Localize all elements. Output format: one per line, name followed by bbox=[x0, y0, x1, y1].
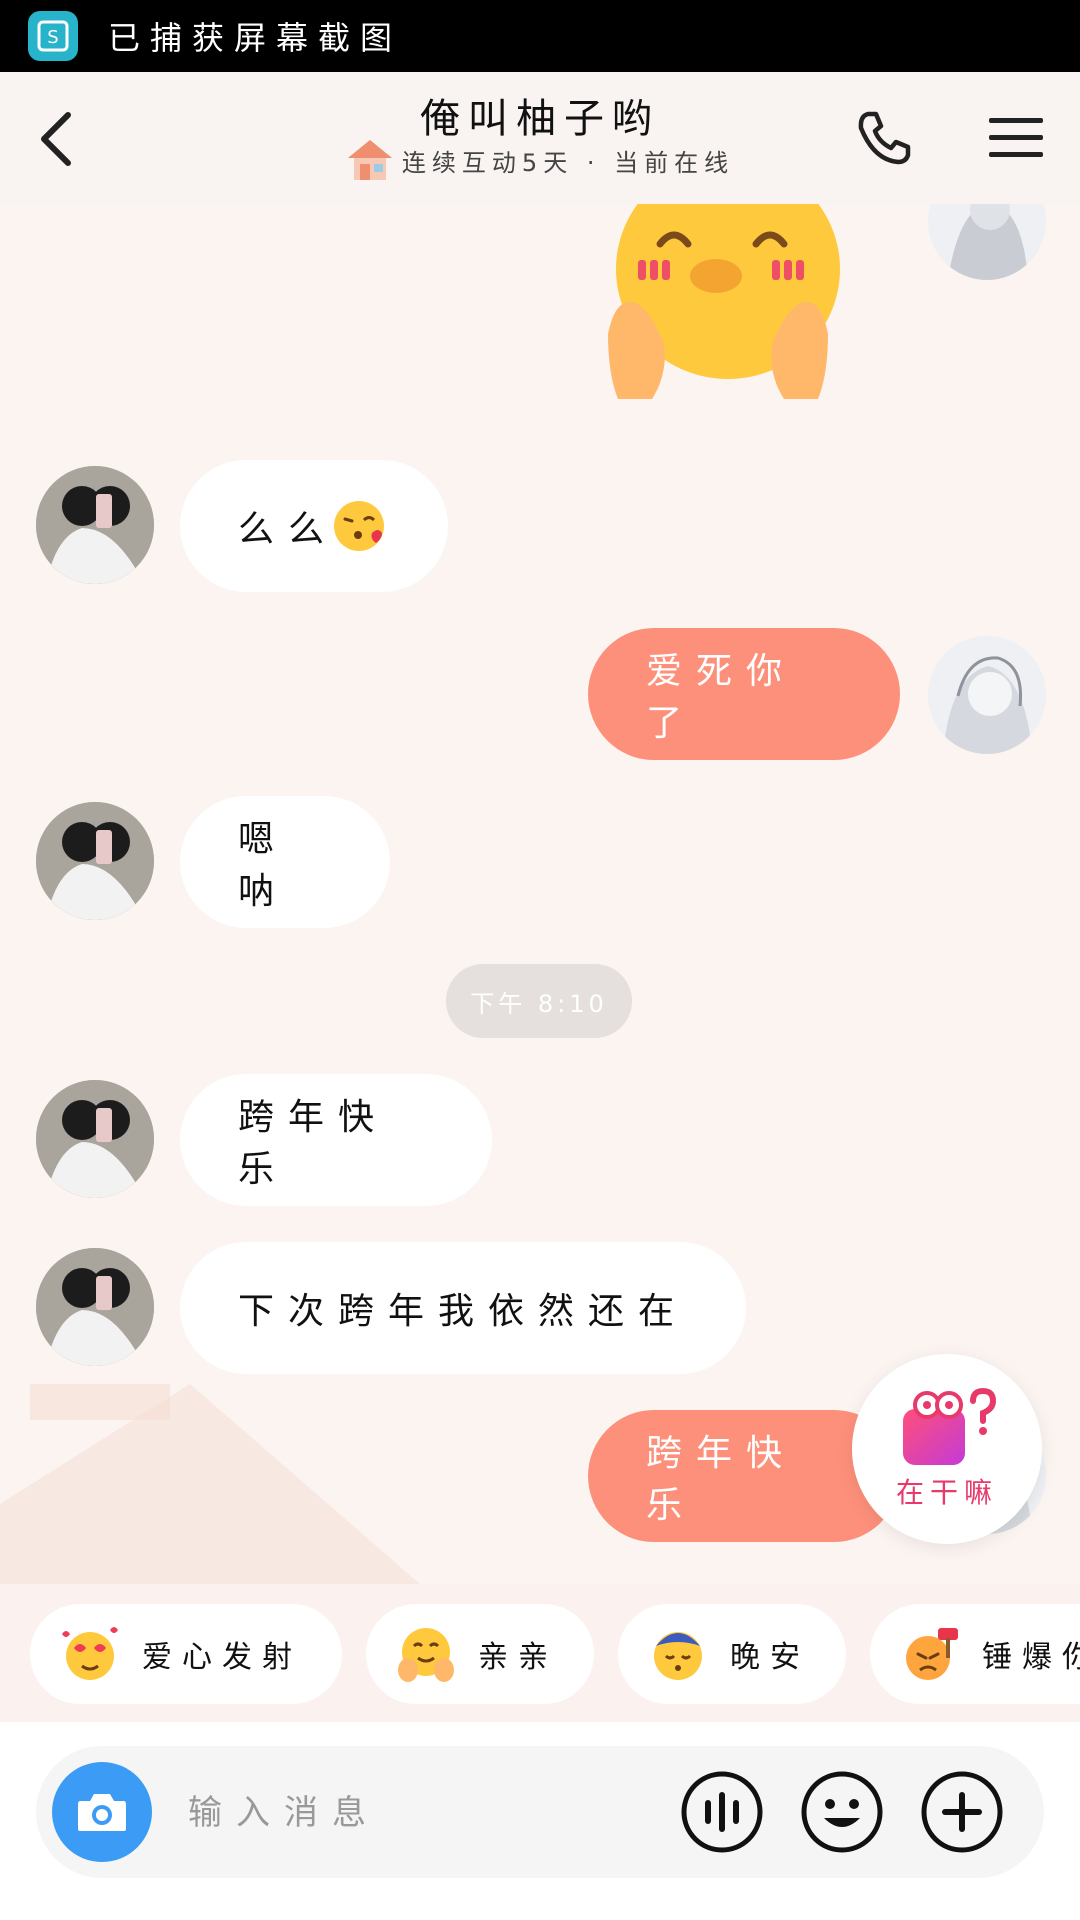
message-text: 下次跨年我依然还在 bbox=[238, 1291, 689, 1332]
whats-up-button[interactable]: 在干嘛 bbox=[852, 1354, 1042, 1544]
message-bubble[interactable]: 么么 bbox=[180, 460, 448, 592]
emoji-icon bbox=[801, 1771, 883, 1853]
message-bubble[interactable]: 下次跨年我依然还在 bbox=[180, 1242, 746, 1374]
screenshot-app-icon: S bbox=[28, 11, 78, 61]
interaction-status: 连续互动5天 · 当前在线 bbox=[401, 148, 735, 177]
quick-reply-chip[interactable]: 晚安 bbox=[618, 1604, 846, 1704]
message-text: 跨年快乐 bbox=[646, 1433, 797, 1526]
message-bubble[interactable]: 爱死你了 bbox=[588, 628, 900, 760]
message-text: 爱死你了 bbox=[646, 651, 797, 744]
camera-question-icon bbox=[903, 1387, 997, 1465]
sleep-emoji bbox=[654, 1632, 702, 1680]
chip-label: 亲亲 bbox=[478, 1640, 558, 1675]
timestamp-pill: 下午 8:10 bbox=[446, 964, 632, 1038]
blushing-face-sticker[interactable] bbox=[608, 204, 878, 404]
quick-reply-chip[interactable]: 锤爆你 bbox=[870, 1604, 1080, 1704]
hug-emoji bbox=[398, 1628, 454, 1682]
chip-label: 晚安 bbox=[730, 1640, 810, 1675]
message-text: 么么 bbox=[238, 509, 339, 550]
more-button[interactable] bbox=[920, 1770, 1004, 1854]
house-icon bbox=[347, 140, 392, 180]
plus-icon bbox=[921, 1771, 1003, 1853]
menu-button[interactable] bbox=[980, 102, 1052, 174]
contact-avatar[interactable] bbox=[36, 802, 154, 920]
call-button[interactable] bbox=[848, 102, 920, 174]
my-avatar[interactable] bbox=[928, 636, 1046, 754]
kissing-face-emoji bbox=[334, 501, 385, 551]
camera-button[interactable] bbox=[52, 1762, 152, 1862]
voice-icon bbox=[681, 1771, 763, 1853]
quick-reply-chip[interactable]: 爱心发射 bbox=[30, 1604, 342, 1704]
background-house-decoration bbox=[0, 1384, 420, 1584]
svg-text:S: S bbox=[47, 27, 58, 48]
message-bubble[interactable]: 嗯呐 bbox=[180, 796, 390, 928]
message-bubble[interactable]: 跨年快乐 bbox=[180, 1074, 492, 1206]
contact-avatar[interactable] bbox=[36, 1248, 154, 1366]
camera-icon bbox=[78, 1794, 126, 1831]
message-text: 跨年快乐 bbox=[238, 1097, 389, 1190]
message-text: 嗯呐 bbox=[238, 819, 289, 912]
voice-button[interactable] bbox=[680, 1770, 764, 1854]
my-avatar[interactable] bbox=[928, 204, 1046, 280]
chip-label: 锤爆你 bbox=[982, 1640, 1080, 1675]
status-text: 已捕获屏幕截图 bbox=[108, 19, 403, 57]
chat-message-list[interactable]: 么么 爱死你了 嗯呐 下午 8:10 跨年快乐 下次跨年我依然还在 跨年快乐 在… bbox=[0, 204, 1080, 1584]
menu-icon bbox=[989, 118, 1043, 157]
contact-avatar[interactable] bbox=[36, 1080, 154, 1198]
status-bar: S 已捕获屏幕截图 bbox=[0, 0, 1080, 72]
quick-reply-chip[interactable]: 亲亲 bbox=[366, 1604, 594, 1704]
emoji-button[interactable] bbox=[800, 1770, 884, 1854]
contact-avatar[interactable] bbox=[36, 466, 154, 584]
love-hearts-emoji bbox=[62, 1627, 118, 1680]
phone-icon bbox=[858, 111, 911, 165]
chat-header: 俺叫柚子哟 连续互动5天 · 当前在线 bbox=[0, 72, 1080, 204]
whats-up-label: 在干嘛 bbox=[895, 1476, 998, 1509]
input-bar bbox=[0, 1722, 1080, 1920]
message-input[interactable] bbox=[186, 1782, 650, 1844]
chip-label: 爱心发射 bbox=[142, 1640, 302, 1675]
hammer-emoji bbox=[906, 1628, 958, 1680]
quick-reply-bar: 爱心发射 亲亲 晚安 锤爆你 bbox=[0, 1584, 1080, 1722]
